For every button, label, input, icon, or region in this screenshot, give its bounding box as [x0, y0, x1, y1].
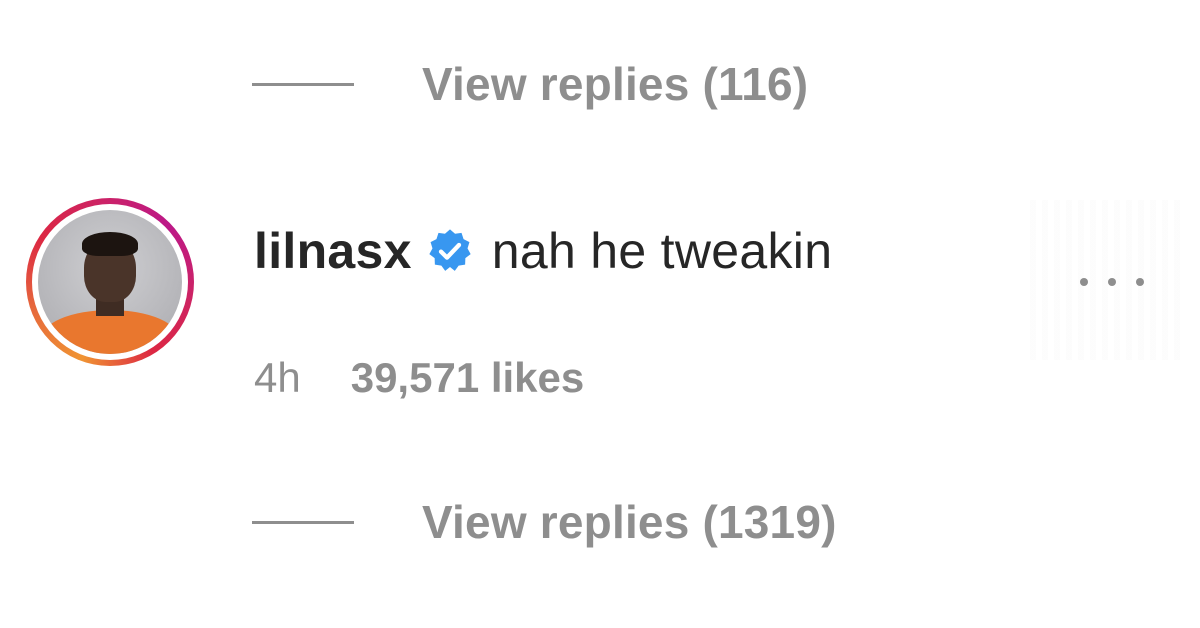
view-replies-label[interactable]: View replies (116) [422, 57, 808, 111]
comment-username[interactable]: lilnasx [254, 222, 412, 280]
comment-text: nah he tweakin [491, 223, 833, 279]
comment-meta: 4h 39,571 likes [254, 348, 584, 408]
view-replies-button-top[interactable]: View replies (116) [252, 56, 808, 112]
comment-timestamp[interactable]: 4h [254, 354, 301, 402]
verified-badge-icon [429, 229, 471, 271]
avatar-photo [38, 210, 182, 354]
comment-likes-count[interactable]: 39,571 likes [351, 354, 585, 402]
replies-divider-line [252, 82, 354, 86]
comment-body: lilnasx nah he tweakin [254, 216, 832, 286]
more-options-icon[interactable] [1080, 262, 1144, 302]
replies-divider-line [252, 520, 354, 524]
view-replies-label[interactable]: View replies (1319) [422, 495, 837, 549]
view-replies-button-bottom[interactable]: View replies (1319) [252, 494, 837, 550]
comment-item: lilnasx nah he tweakin 4h 39,571 likes [0, 190, 1200, 410]
avatar[interactable] [26, 198, 194, 366]
